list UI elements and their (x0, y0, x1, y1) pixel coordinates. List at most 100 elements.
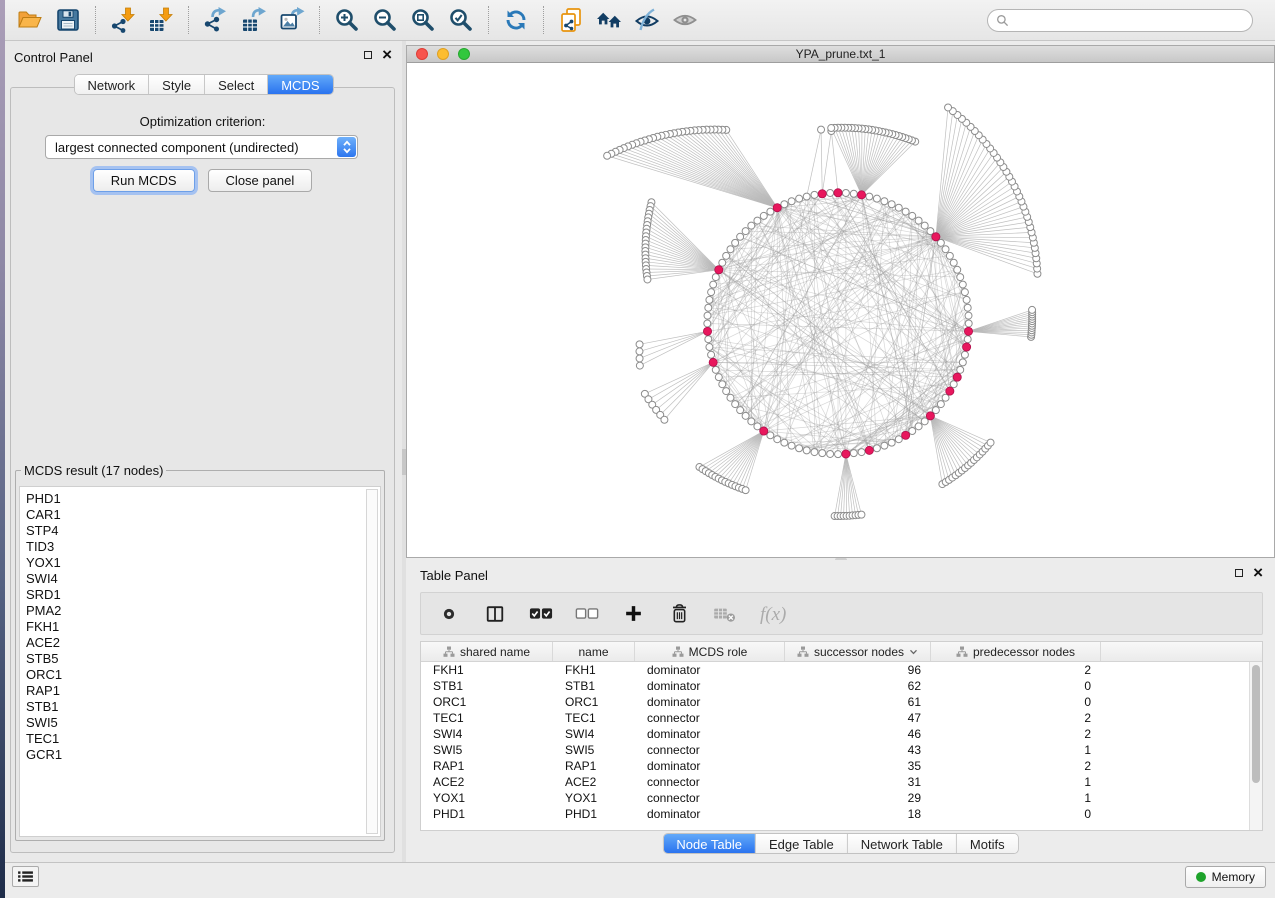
function-builder-button-disabled[interactable]: f(x) (758, 601, 794, 627)
cell-name[interactable]: FKH1 (553, 662, 635, 678)
cell-shared-name[interactable]: ACE2 (421, 774, 553, 790)
optimization-select[interactable]: largest connected component (undirected) (45, 135, 358, 159)
cell-mcds-role[interactable]: dominator (635, 758, 785, 774)
task-history-button[interactable] (12, 866, 39, 887)
cell-predecessor-nodes[interactable]: 2 (931, 662, 1101, 678)
cell-predecessor-nodes[interactable]: 1 (931, 790, 1101, 806)
column-header-shared-name[interactable]: shared name (421, 642, 553, 661)
cell-mcds-role[interactable]: connector (635, 790, 785, 806)
cell-predecessor-nodes[interactable]: 2 (931, 726, 1101, 742)
open-file-button[interactable] (14, 4, 46, 36)
float-panel-icon[interactable] (364, 51, 372, 59)
cell-mcds-role[interactable]: connector (635, 774, 785, 790)
search-input[interactable] (1013, 12, 1252, 29)
table-row[interactable]: ORC1ORC1dominator610 (421, 694, 1262, 710)
mcds-result-item[interactable]: CAR1 (26, 507, 380, 523)
run-mcds-button[interactable]: Run MCDS (93, 169, 195, 192)
delete-column-button[interactable] (666, 601, 692, 627)
mcds-result-item[interactable]: PMA2 (26, 603, 380, 619)
cell-predecessor-nodes[interactable]: 1 (931, 774, 1101, 790)
mcds-result-item[interactable]: RAP1 (26, 683, 380, 699)
cell-mcds-role[interactable]: dominator (635, 694, 785, 710)
cell-predecessor-nodes[interactable]: 1 (931, 742, 1101, 758)
zoom-selected-button[interactable] (445, 4, 477, 36)
cell-name[interactable]: PHD1 (553, 806, 635, 822)
cell-name[interactable]: SWI5 (553, 742, 635, 758)
cell-name[interactable]: SWI4 (553, 726, 635, 742)
network-titlebar[interactable]: YPA_prune.txt_1 (407, 46, 1274, 63)
refresh-button[interactable] (500, 4, 532, 36)
cell-shared-name[interactable]: YOX1 (421, 790, 553, 806)
mcds-result-item[interactable]: TEC1 (26, 731, 380, 747)
deselect-all-button[interactable] (574, 601, 600, 627)
cell-predecessor-nodes[interactable]: 0 (931, 678, 1101, 694)
network-graph[interactable] (407, 63, 1274, 557)
column-header-mcds-role[interactable]: MCDS role (635, 642, 785, 661)
table-row[interactable]: SWI4SWI4dominator462 (421, 726, 1262, 742)
cell-predecessor-nodes[interactable]: 2 (931, 758, 1101, 774)
tab-network[interactable]: Network (74, 75, 148, 94)
cell-successor-nodes[interactable]: 96 (785, 662, 931, 678)
tab-style[interactable]: Style (148, 75, 204, 94)
cell-successor-nodes[interactable]: 46 (785, 726, 931, 742)
cell-successor-nodes[interactable]: 62 (785, 678, 931, 694)
add-column-button[interactable] (620, 601, 646, 627)
cell-successor-nodes[interactable]: 35 (785, 758, 931, 774)
zoom-fit-button[interactable] (407, 4, 439, 36)
mcds-result-item[interactable]: SRD1 (26, 587, 380, 603)
import-table-button[interactable] (145, 4, 177, 36)
cell-shared-name[interactable]: TEC1 (421, 710, 553, 726)
cell-successor-nodes[interactable]: 47 (785, 710, 931, 726)
column-header-predecessor-nodes[interactable]: predecessor nodes (931, 642, 1101, 661)
search-box[interactable] (987, 9, 1253, 32)
table-tab-motifs[interactable]: Motifs (956, 834, 1018, 853)
cell-predecessor-nodes[interactable]: 2 (931, 710, 1101, 726)
mcds-result-item[interactable]: GCR1 (26, 747, 380, 763)
mcds-result-item[interactable]: TID3 (26, 539, 380, 555)
maximize-window-button[interactable] (458, 48, 470, 60)
cell-shared-name[interactable]: SWI5 (421, 742, 553, 758)
cell-mcds-role[interactable]: dominator (635, 726, 785, 742)
close-window-button[interactable] (416, 48, 428, 60)
close-panel-button[interactable]: Close panel (208, 169, 313, 192)
cell-successor-nodes[interactable]: 31 (785, 774, 931, 790)
table-row[interactable]: YOX1YOX1connector291 (421, 790, 1262, 806)
table-row[interactable]: STB1STB1dominator620 (421, 678, 1262, 694)
mcds-result-item[interactable]: ACE2 (26, 635, 380, 651)
show-all-button[interactable] (669, 4, 701, 36)
cell-shared-name[interactable]: SWI4 (421, 726, 553, 742)
mcds-result-item[interactable]: STB5 (26, 651, 380, 667)
cell-predecessor-nodes[interactable]: 0 (931, 806, 1101, 822)
cell-predecessor-nodes[interactable]: 0 (931, 694, 1101, 710)
cell-name[interactable]: TEC1 (553, 710, 635, 726)
save-session-button[interactable] (52, 4, 84, 36)
mcds-result-item[interactable]: YOX1 (26, 555, 380, 571)
table-row[interactable]: TEC1TEC1connector472 (421, 710, 1262, 726)
cell-mcds-role[interactable]: connector (635, 742, 785, 758)
export-image-button[interactable] (276, 4, 308, 36)
cell-name[interactable]: YOX1 (553, 790, 635, 806)
float-table-panel-icon[interactable] (1235, 569, 1243, 577)
mcds-result-item[interactable]: ORC1 (26, 667, 380, 683)
delete-table-button-disabled[interactable] (712, 601, 738, 627)
mcds-result-item[interactable]: SWI5 (26, 715, 380, 731)
cell-mcds-role[interactable]: dominator (635, 678, 785, 694)
table-tab-edge-table[interactable]: Edge Table (755, 834, 847, 853)
column-header-successor-nodes[interactable]: successor nodes (785, 642, 931, 661)
import-network-button[interactable] (107, 4, 139, 36)
mcds-result-item[interactable]: STP4 (26, 523, 380, 539)
cell-shared-name[interactable]: STB1 (421, 678, 553, 694)
cell-mcds-role[interactable]: dominator (635, 806, 785, 822)
mcds-result-list[interactable]: PHD1CAR1STP4TID3YOX1SWI4SRD1PMA2FKH1ACE2… (19, 486, 381, 837)
export-table-button[interactable] (238, 4, 270, 36)
table-scrollbar-thumb[interactable] (1252, 665, 1260, 783)
table-row[interactable]: RAP1RAP1dominator352 (421, 758, 1262, 774)
clone-network-button[interactable] (555, 4, 587, 36)
cell-successor-nodes[interactable]: 18 (785, 806, 931, 822)
result-scrollbar[interactable] (366, 489, 378, 834)
tab-select[interactable]: Select (204, 75, 267, 94)
table-scrollbar[interactable] (1249, 662, 1262, 830)
table-row[interactable]: FKH1FKH1dominator962 (421, 662, 1262, 678)
cell-successor-nodes[interactable]: 61 (785, 694, 931, 710)
tab-mcds[interactable]: MCDS (267, 75, 332, 94)
